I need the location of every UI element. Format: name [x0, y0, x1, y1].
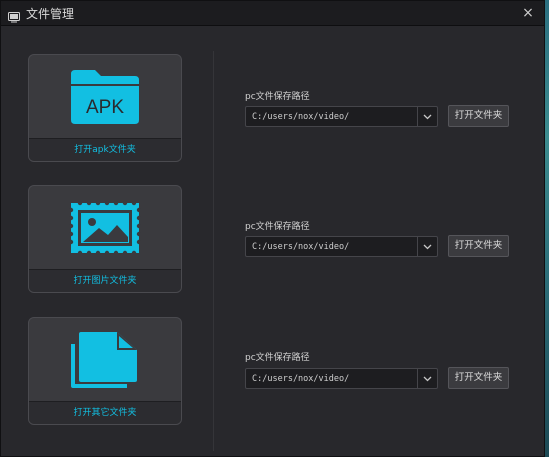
card-label: 打开apk文件夹	[29, 138, 181, 161]
open-folder-button[interactable]: 打开文件夹	[448, 105, 509, 127]
svg-text:APK: APK	[86, 97, 124, 118]
open-other-folder-card[interactable]: 打开其它文件夹	[28, 317, 182, 425]
file-manager-window: 文件管理 × APK 打开apk文件夹 pc文件保存路径 C:/users/no…	[0, 0, 545, 457]
chevron-down-icon[interactable]	[417, 237, 437, 256]
main-content: APK 打开apk文件夹 pc文件保存路径 C:/users/nox/video…	[1, 27, 544, 456]
path-dropdown[interactable]: C:/users/nox/video/	[245, 106, 438, 127]
open-folder-button[interactable]: 打开文件夹	[448, 367, 509, 389]
open-image-folder-card[interactable]: 打开图片文件夹	[28, 185, 182, 293]
documents-icon	[71, 332, 137, 388]
path-value: C:/users/nox/video/	[252, 241, 350, 252]
card-icon-area: APK	[29, 55, 181, 139]
card-label: 打开其它文件夹	[29, 401, 181, 424]
open-folder-button[interactable]: 打开文件夹	[448, 235, 509, 257]
vertical-divider	[213, 51, 214, 451]
path-value: C:/users/nox/video/	[252, 373, 350, 384]
path-label: pc文件保存路径	[245, 92, 310, 102]
card-icon-area	[29, 318, 181, 402]
path-dropdown[interactable]: C:/users/nox/video/	[245, 368, 438, 389]
card-label: 打开图片文件夹	[29, 269, 181, 292]
path-label: pc文件保存路径	[245, 353, 310, 363]
apk-folder-icon: APK	[71, 70, 139, 124]
path-label: pc文件保存路径	[245, 222, 310, 232]
window-title: 文件管理	[26, 6, 75, 21]
close-icon[interactable]: ×	[520, 5, 536, 21]
image-icon	[68, 200, 142, 256]
card-icon-area	[29, 186, 181, 270]
app-icon	[8, 8, 20, 22]
title-bar: 文件管理 ×	[1, 1, 544, 26]
path-value: C:/users/nox/video/	[252, 111, 350, 122]
chevron-down-icon[interactable]	[417, 369, 437, 388]
chevron-down-icon[interactable]	[417, 107, 437, 126]
open-apk-folder-card[interactable]: APK 打开apk文件夹	[28, 54, 182, 162]
path-dropdown[interactable]: C:/users/nox/video/	[245, 236, 438, 257]
